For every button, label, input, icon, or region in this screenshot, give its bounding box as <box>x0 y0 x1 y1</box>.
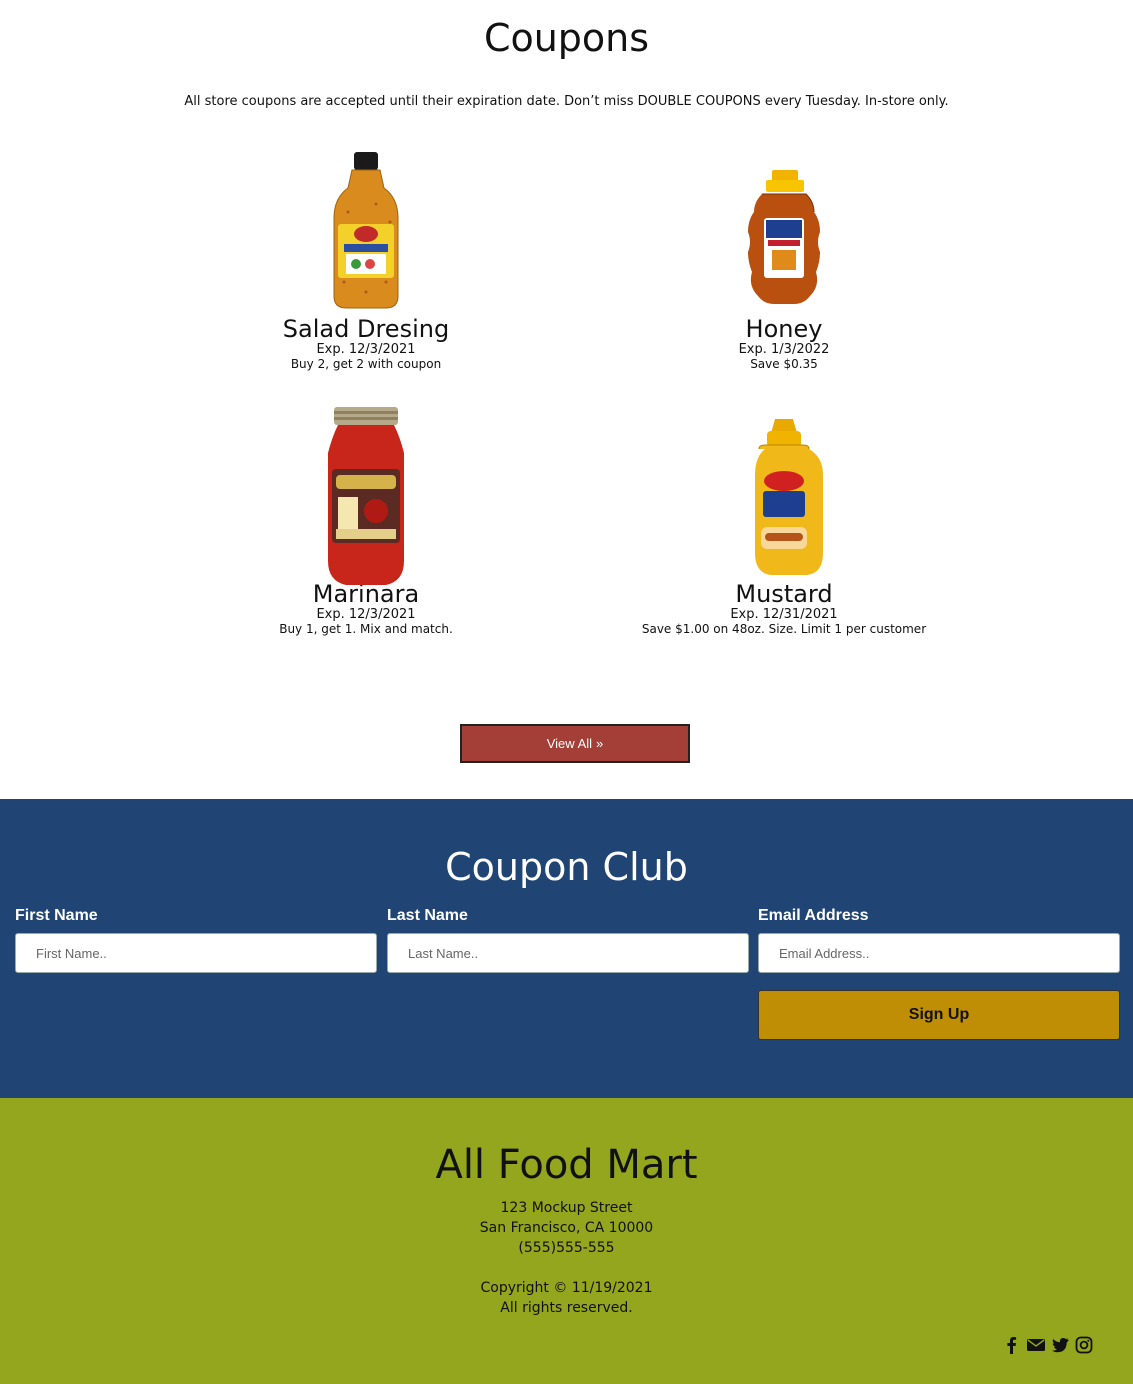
store-info: 123 Mockup Street San Francisco, CA 1000… <box>0 1198 1133 1318</box>
store-city: San Francisco, CA 10000 <box>479 1220 654 1236</box>
coupon-card: Mustard Exp. 12/31/2021 Save $1.00 on 48… <box>574 415 994 637</box>
coupon-deal: Buy 2, get 2 with coupon <box>290 357 442 371</box>
coupon-card: Honey Exp. 1/3/2022 Save $0.35 <box>574 150 994 372</box>
coupon-club-section: Coupon Club First Name Last Name Email A… <box>0 799 1133 1098</box>
first-name-label: First Name <box>15 907 98 924</box>
first-name-input[interactable] <box>15 933 377 973</box>
coupon-club-title: Coupon Club <box>445 845 688 889</box>
store-phone: (555)555-555 <box>518 1240 615 1256</box>
coupon-expiration: Exp. 12/31/2021 <box>730 607 838 622</box>
coupon-name: Mustard <box>735 580 833 608</box>
marinara-jar-image <box>328 407 404 585</box>
product-image <box>574 415 994 575</box>
coupon-name: Honey <box>745 315 823 343</box>
last-name-field: Last Name <box>387 907 749 973</box>
facebook-icon[interactable] <box>1003 1336 1021 1354</box>
coupons-intro: All store coupons are accepted until the… <box>184 94 949 109</box>
salad-dressing-bottle-image <box>333 152 399 309</box>
view-all-label: View All <box>546 736 593 751</box>
coupon-expiration: Exp. 12/3/2021 <box>316 607 416 622</box>
coupons-section: Coupons All store coupons are accepted u… <box>0 0 1133 799</box>
last-name-label: Last Name <box>387 907 468 924</box>
coupon-card: Salad Dresing Exp. 12/3/2021 Buy 2, get … <box>156 150 576 372</box>
sign-up-button[interactable]: Sign Up <box>758 990 1120 1040</box>
double-chevron-right-icon: » <box>596 736 604 751</box>
email-field: Email Address <box>758 907 1120 973</box>
copyright: Copyright © 11/19/2021 <box>480 1280 653 1296</box>
product-image <box>156 150 576 310</box>
view-all-button[interactable]: View All » <box>460 724 690 763</box>
email-label: Email Address <box>758 907 869 924</box>
instagram-icon[interactable] <box>1075 1336 1093 1354</box>
footer: All Food Mart 123 Mockup Street San Fran… <box>0 1098 1133 1384</box>
first-name-field: First Name <box>15 907 377 973</box>
coupon-card: Marinara Exp. 12/3/2021 Buy 1, get 1. Mi… <box>156 407 576 637</box>
coupon-deal: Save $1.00 on 48oz. Size. Limit 1 per cu… <box>641 622 927 636</box>
coupon-expiration: Exp. 1/3/2022 <box>738 342 830 357</box>
honey-bottle-image <box>748 170 820 304</box>
coupons-title: Coupons <box>483 16 650 60</box>
store-street: 123 Mockup Street <box>500 1200 633 1216</box>
store-name: All Food Mart <box>435 1142 698 1188</box>
envelope-icon[interactable] <box>1027 1336 1045 1354</box>
coupon-deal: Buy 1, get 1. Mix and match. <box>279 622 453 636</box>
email-input[interactable] <box>758 933 1120 973</box>
coupon-deal: Save $0.35 <box>750 357 818 371</box>
product-image <box>156 407 576 585</box>
coupon-expiration: Exp. 12/3/2021 <box>316 342 416 357</box>
twitter-icon[interactable] <box>1051 1336 1069 1354</box>
last-name-input[interactable] <box>387 933 749 973</box>
mustard-bottle-image <box>755 419 823 575</box>
coupon-name: Salad Dresing <box>282 315 450 343</box>
rights-reserved: All rights reserved. <box>500 1300 633 1316</box>
product-image <box>574 150 994 310</box>
social-links <box>1003 1336 1093 1354</box>
